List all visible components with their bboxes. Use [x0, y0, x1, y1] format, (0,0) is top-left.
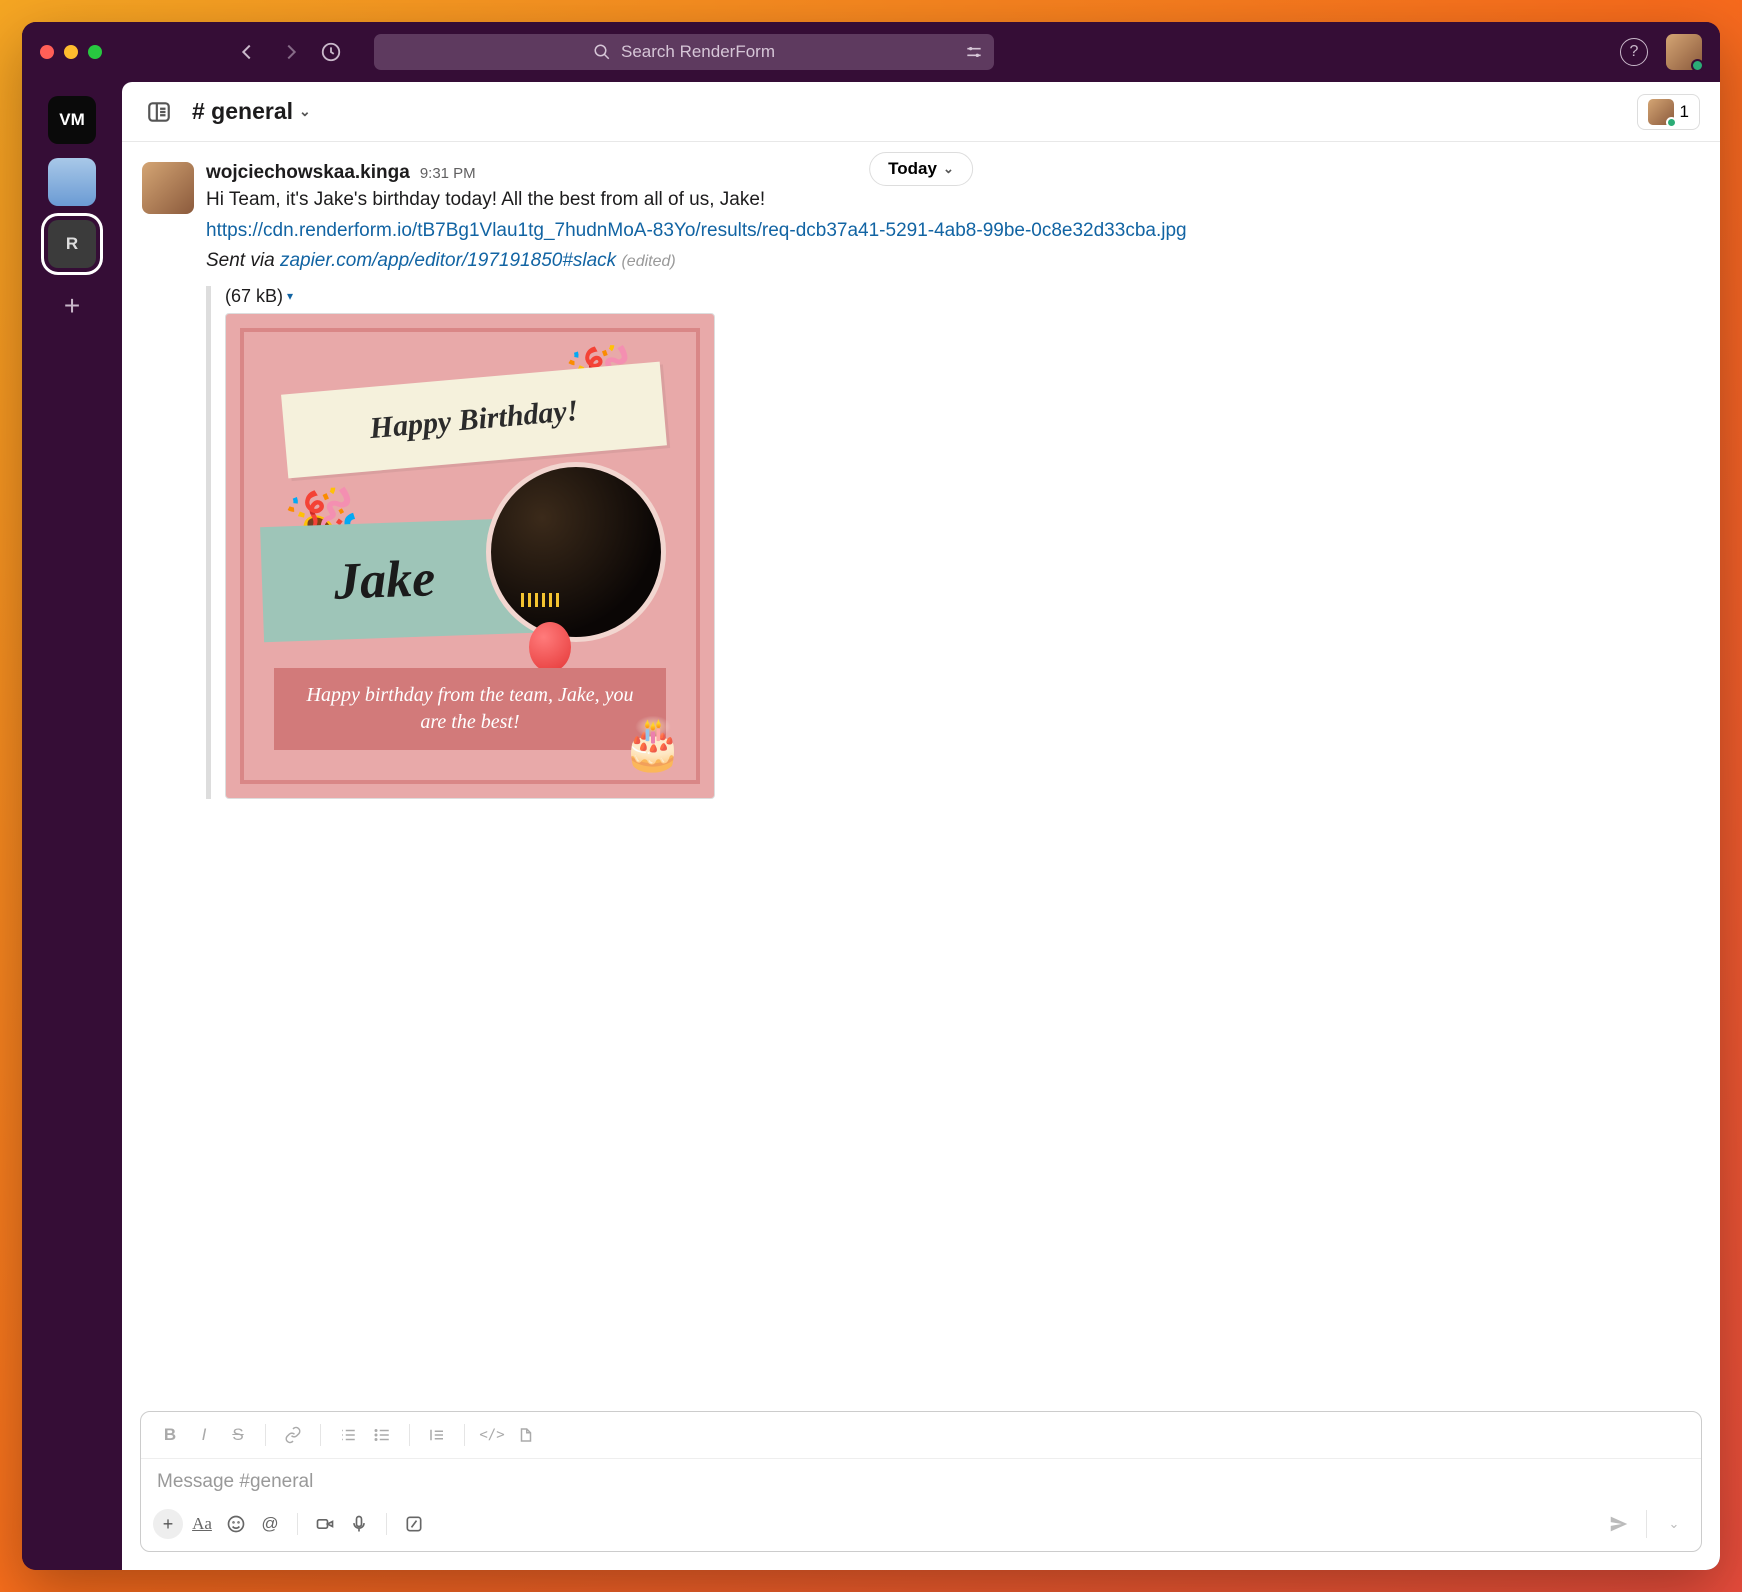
card-inner: 🎉 Happy Birthday! 🎉 Jake: [240, 328, 700, 784]
maximize-window[interactable]: [88, 45, 102, 59]
search-input[interactable]: Search RenderForm: [374, 34, 994, 70]
chevron-down-icon: ⌄: [299, 103, 311, 120]
message-avatar[interactable]: [142, 162, 194, 214]
message-author[interactable]: wojciechowskaa.kinga: [206, 162, 410, 184]
message-timestamp: 9:31 PM: [420, 165, 476, 182]
nav-forward-icon[interactable]: [280, 41, 302, 63]
workspace-rail: VM R +: [22, 82, 122, 1570]
cake-icon: 🎂: [622, 715, 684, 774]
date-divider[interactable]: Today ⌄: [869, 152, 973, 186]
traffic-lights: [40, 45, 102, 59]
bold-button[interactable]: B: [155, 1420, 185, 1450]
member-count: 1: [1680, 102, 1689, 122]
workspace-image[interactable]: [48, 158, 96, 206]
close-window[interactable]: [40, 45, 54, 59]
nav-back-icon[interactable]: [236, 41, 258, 63]
composer-placeholder: Message #general: [157, 1471, 313, 1492]
date-text: Today: [888, 159, 937, 179]
messages-area: Today ⌄ wojciechowskaa.kinga 9:31 PM Hi …: [122, 142, 1720, 1403]
composer-actions: + Aa @: [141, 1503, 1701, 1551]
audio-button[interactable]: [344, 1509, 374, 1539]
search-icon: [593, 43, 611, 61]
composer: B I S: [140, 1411, 1702, 1552]
channel-header: # general ⌄ 1: [122, 82, 1720, 142]
composer-input[interactable]: Message #general: [141, 1459, 1701, 1503]
presence-indicator: [1691, 59, 1704, 72]
send-button[interactable]: [1604, 1509, 1634, 1539]
search-placeholder: Search RenderForm: [621, 42, 775, 62]
main-content: # general ⌄ 1 Today ⌄ wojciec: [122, 82, 1720, 1570]
ordered-list-button[interactable]: [333, 1420, 363, 1450]
filter-icon[interactable]: [964, 42, 984, 62]
link-button[interactable]: [278, 1420, 308, 1450]
codeblock-button[interactable]: [511, 1420, 541, 1450]
shortcuts-button[interactable]: [399, 1509, 429, 1539]
send-options-button[interactable]: ⌄: [1659, 1509, 1689, 1539]
history-icon[interactable]: [320, 41, 342, 63]
sidebar-toggle-icon[interactable]: [142, 95, 176, 129]
message-text: Hi Team, it's Jake's birthday today! All…: [206, 186, 1700, 215]
balloon-icon: [529, 622, 571, 672]
attachment-size-toggle[interactable]: (67 kB) ▾: [225, 286, 1700, 307]
chevron-down-icon: ⌄: [943, 161, 954, 177]
sent-via-prefix: Sent via: [206, 250, 280, 271]
attachment-size-text: (67 kB): [225, 286, 283, 307]
message: wojciechowskaa.kinga 9:31 PM Hi Team, it…: [142, 158, 1700, 799]
help-icon[interactable]: ?: [1620, 38, 1648, 66]
card-photo: [486, 462, 666, 642]
format-toolbar: B I S: [141, 1412, 1701, 1459]
card-footer: Happy birthday from the team, Jake, you …: [274, 668, 666, 750]
message-link[interactable]: https://cdn.renderform.io/tB7Bg1Vlau1tg_…: [206, 220, 1187, 241]
workspace-vm[interactable]: VM: [48, 96, 96, 144]
minimize-window[interactable]: [64, 45, 78, 59]
attach-button[interactable]: +: [153, 1509, 183, 1539]
caret-down-icon: ▾: [287, 289, 293, 303]
mention-button[interactable]: @: [255, 1509, 285, 1539]
edited-label: (edited): [621, 253, 675, 270]
blockquote-button[interactable]: [422, 1420, 452, 1450]
sent-via-link[interactable]: zapier.com/app/editor/197191850#slack: [280, 250, 616, 271]
strikethrough-button[interactable]: S: [223, 1420, 253, 1450]
user-avatar[interactable]: [1666, 34, 1702, 70]
video-button[interactable]: [310, 1509, 340, 1539]
add-workspace-button[interactable]: +: [48, 282, 96, 330]
app-window: Search RenderForm ? VM R +: [22, 22, 1720, 1570]
members-button[interactable]: 1: [1637, 94, 1700, 130]
emoji-button[interactable]: [221, 1509, 251, 1539]
card-title: Happy Birthday!: [281, 361, 667, 478]
code-button[interactable]: </>: [477, 1420, 507, 1450]
italic-button[interactable]: I: [189, 1420, 219, 1450]
formatting-toggle-button[interactable]: Aa: [187, 1509, 217, 1539]
bullet-list-button[interactable]: [367, 1420, 397, 1450]
channel-name-text: # general: [192, 98, 293, 125]
attachment: (67 kB) ▾ 🎉 Happy Birthday! 🎉 Jake: [206, 286, 1700, 799]
titlebar: Search RenderForm ?: [22, 22, 1720, 82]
member-avatar: [1648, 99, 1674, 125]
attachment-image[interactable]: 🎉 Happy Birthday! 🎉 Jake: [225, 313, 715, 799]
channel-name-button[interactable]: # general ⌄: [192, 98, 311, 125]
workspace-r-active[interactable]: R: [48, 220, 96, 268]
